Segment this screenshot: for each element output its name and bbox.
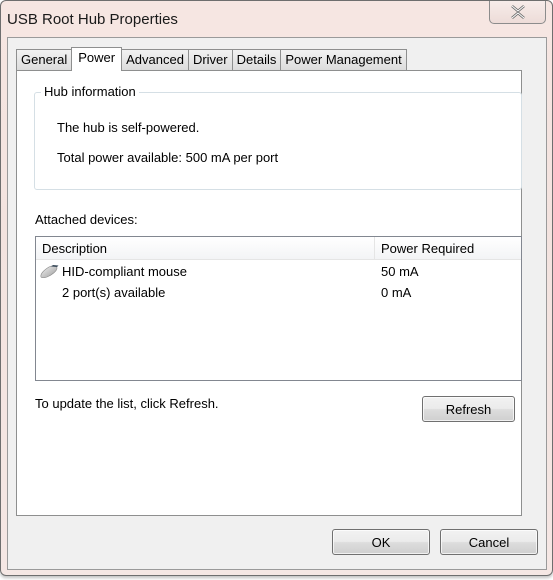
column-header-description[interactable]: Description: [36, 237, 375, 260]
device-description: 2 port(s) available: [62, 285, 166, 300]
tab-advanced[interactable]: Advanced: [121, 49, 189, 70]
tab-general[interactable]: General: [16, 49, 73, 70]
window-title: USB Root Hub Properties: [7, 11, 178, 28]
mouse-icon: [40, 265, 59, 279]
close-x-icon: [510, 5, 525, 19]
total-power-text: Total power available: 500 mA per port: [57, 150, 279, 165]
hub-power-mode-text: The hub is self-powered.: [57, 120, 200, 135]
tab-power[interactable]: Power: [71, 47, 123, 71]
properties-dialog: USB Root Hub Properties General Power Ad…: [0, 0, 553, 576]
attached-devices-list[interactable]: Description Power Required HID-compliant…: [35, 236, 522, 381]
refresh-hint-text: To update the list, click Refresh.: [35, 396, 219, 411]
tab-driver[interactable]: Driver: [187, 49, 233, 70]
list-header: Description Power Required: [36, 237, 521, 260]
power-tab-page: Hub information The hub is self-powered.…: [16, 70, 522, 516]
device-power: 0 mA: [381, 285, 412, 300]
device-power: 50 mA: [381, 264, 419, 279]
close-button[interactable]: [489, 1, 546, 24]
attached-devices-label: Attached devices:: [35, 212, 138, 227]
list-item[interactable]: HID-compliant mouse 50 mA: [36, 261, 521, 282]
dialog-client-area: General Power Advanced Driver Details Po…: [7, 37, 547, 570]
column-header-power-required[interactable]: Power Required: [375, 237, 521, 260]
hub-information-group: Hub information The hub is self-powered.…: [34, 84, 522, 190]
cancel-button[interactable]: Cancel: [440, 529, 538, 555]
device-description: HID-compliant mouse: [62, 264, 187, 279]
tab-power-management[interactable]: Power Management: [280, 49, 407, 70]
ok-button[interactable]: OK: [332, 529, 430, 555]
list-item[interactable]: 2 port(s) available 0 mA: [36, 282, 521, 303]
tab-details[interactable]: Details: [231, 49, 282, 70]
refresh-button[interactable]: Refresh: [422, 396, 515, 422]
tab-strip: General Power Advanced Driver Details Po…: [16, 47, 407, 71]
hub-information-legend: Hub information: [41, 84, 139, 99]
